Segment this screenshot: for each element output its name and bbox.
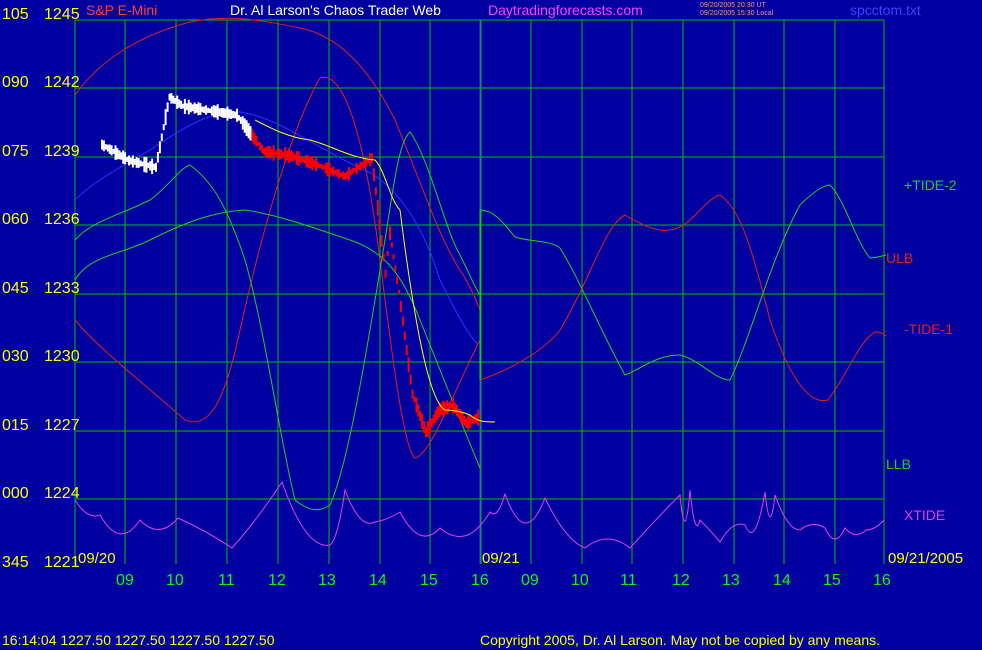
hour-label: 16 [471,572,489,589]
price-label: 1221 [44,554,80,571]
hour-label: 11 [620,572,637,589]
angle-label: 090 [2,74,29,91]
hour-label: 10 [571,572,589,589]
series-label-llb: LLB [886,456,911,472]
hour-label: 13 [318,572,336,589]
hour-label: 15 [823,572,841,589]
angle-label: 060 [2,211,29,228]
angle-label: 045 [2,280,29,297]
series-label-minus-tide-1: -TIDE-1 [904,321,953,337]
price-label: 1242 [44,74,80,91]
price-label: 1239 [44,143,80,160]
hour-label: 13 [722,572,740,589]
angle-label: 345 [2,554,29,571]
hour-label: 16 [873,572,891,589]
angle-label: 105 [2,6,29,23]
hour-label: 09 [521,572,539,589]
angle-label: 000 [2,485,29,502]
angle-label: 030 [2,348,29,365]
instrument-label: S&P E-Mini [86,2,158,18]
series-label-plus-tide-2: +TIDE-2 [904,177,957,193]
price-label: 1227 [44,417,80,434]
price-label: 1245 [44,6,80,23]
site-link[interactable]: Daytradingforecasts.com [488,2,643,18]
date-label-start: 09/20 [78,550,116,567]
author-title: Dr. Al Larson's Chaos Trader Web [230,2,441,18]
price-label: 1230 [44,348,80,365]
hour-label: 12 [268,572,286,589]
price-label: 1224 [44,485,80,502]
date-label-end: 09/21/2005 [888,550,964,567]
hour-label: 11 [218,572,235,589]
price-label: 1236 [44,211,80,228]
yellow-average-line [254,119,496,423]
timestamp-local: 09/20/2005 15:30 Local [700,10,774,17]
price-label: 1233 [44,280,80,297]
blue-slow-average-line [74,111,479,346]
angle-label: 075 [2,143,29,160]
hour-label: 10 [166,572,184,589]
file-name: spcctom.txt [850,2,921,18]
hour-label: 14 [369,572,387,589]
series-label-xtide: XTIDE [904,507,946,523]
series-label-ulb: ULB [886,250,914,266]
hour-label: 12 [672,572,690,589]
date-label-mid: 09/21 [482,550,520,567]
hour-label: 14 [773,572,791,589]
copyright-notice: Copyright 2005, Dr. Al Larson. May not b… [480,632,881,648]
hour-label: 09 [116,572,134,589]
hour-label: 15 [420,572,438,589]
status-bar-quote: 16:14:04 1227.50 1227.50 1227.50 1227.50 [2,632,275,648]
angle-label: 015 [2,417,29,434]
timestamp-ut: 09/20/2005 20:30 UT [700,2,766,9]
